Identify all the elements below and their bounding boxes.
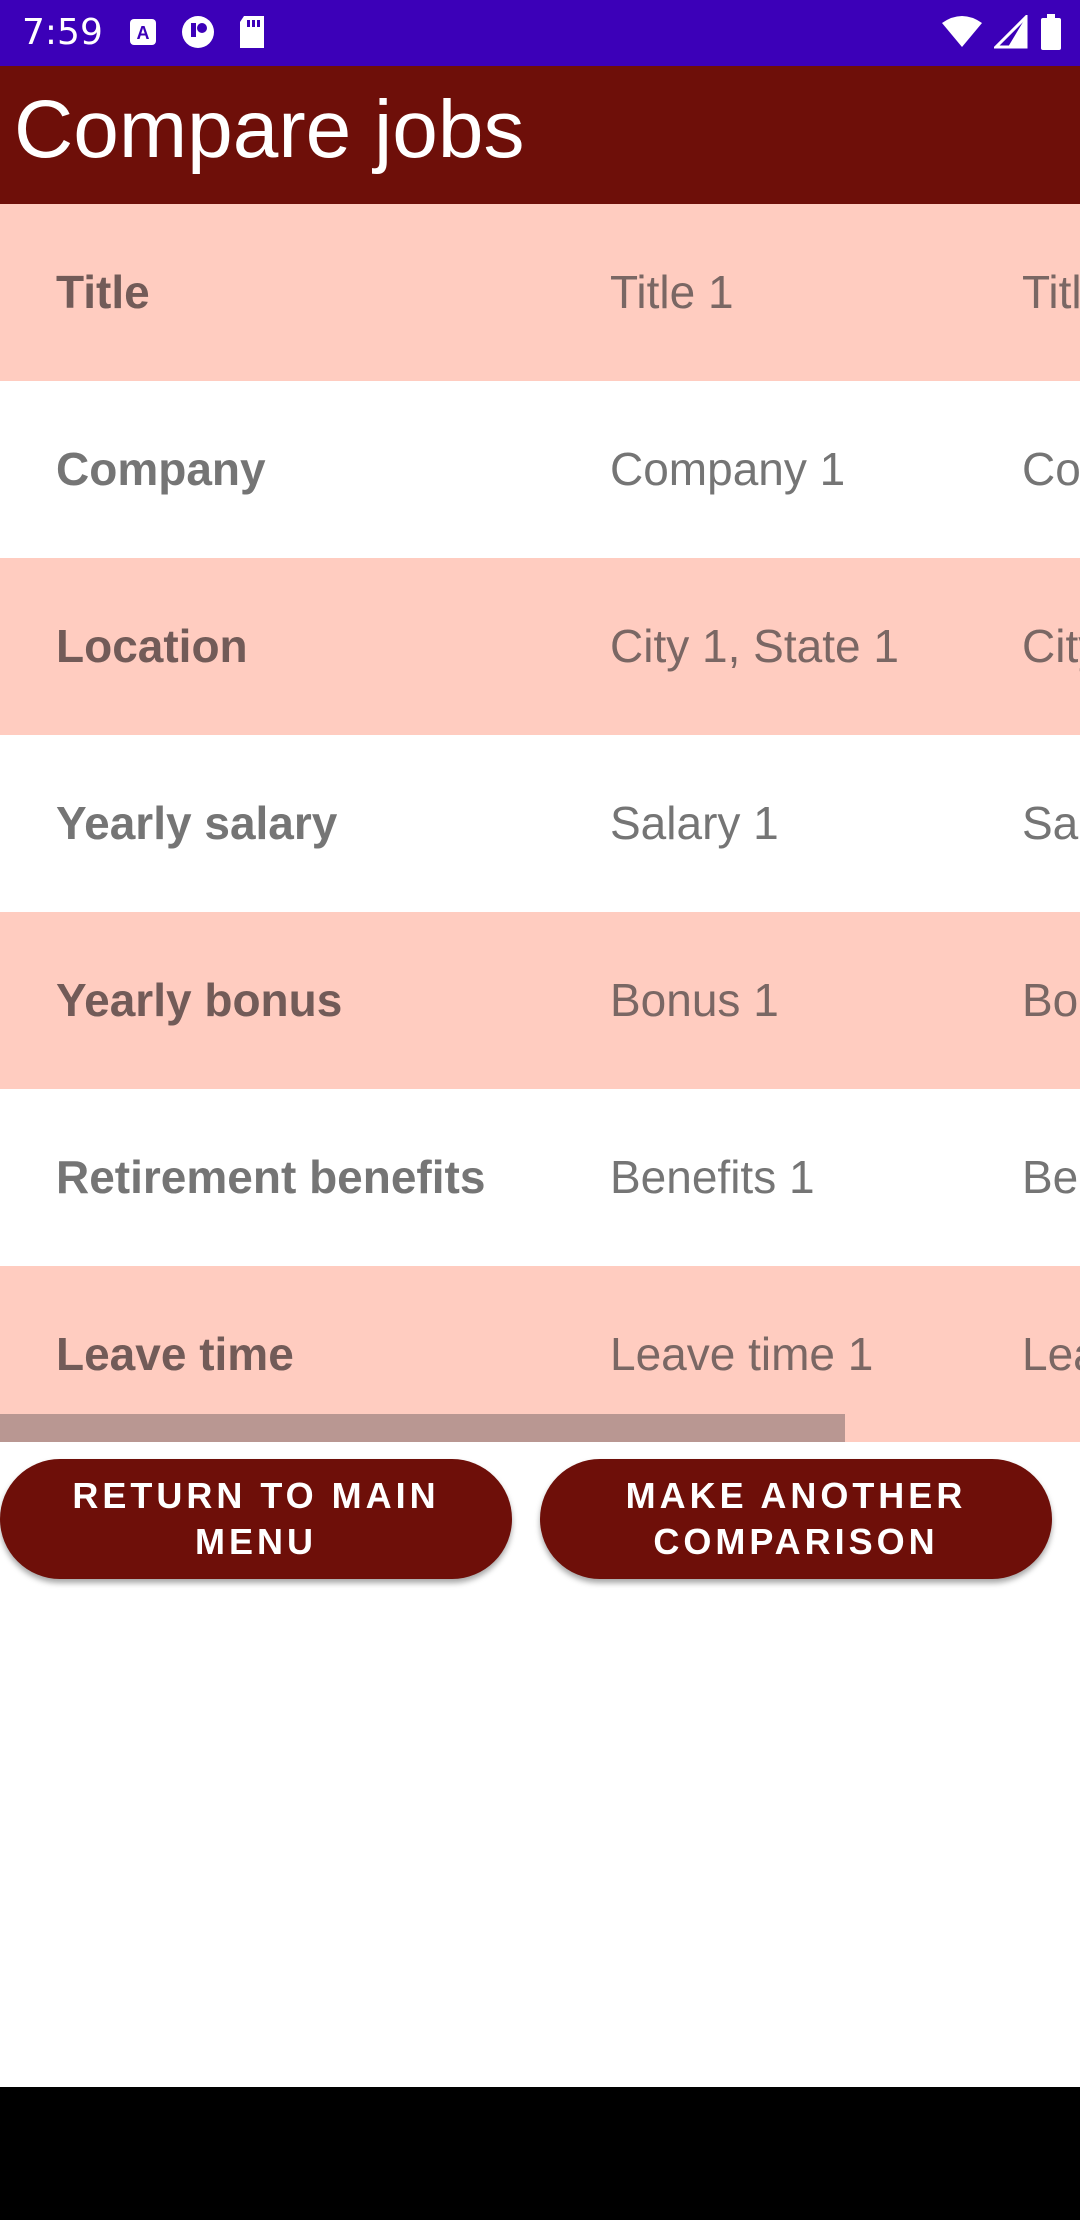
battery-icon [1041,14,1061,50]
a-notification-icon: A [130,19,156,45]
return-to-main-menu-button[interactable]: RETURN TO MAIN MENU [0,1459,512,1579]
job-1-value: Company 1 [610,443,846,495]
status-time: 7:59 [22,12,103,53]
job-2-value: Company 2 [1022,443,1080,495]
row-label: Title [56,266,150,318]
sd-card-icon [240,16,264,48]
row-label: Company [56,443,266,495]
job-1-value: Title 1 [610,266,734,318]
comparison-table[interactable]: Title Title 1 Title 2 Company Company 1 … [0,204,1080,1442]
job-1-value: Benefits 1 [610,1151,815,1203]
row-label: Retirement benefits [56,1151,486,1203]
app-notification-icon [182,16,214,48]
wifi-icon [942,16,982,47]
job-1-value: Salary 1 [610,797,779,849]
horizontal-scrollbar-thumb[interactable] [0,1414,845,1442]
status-icons-right [942,14,1062,50]
job-2-value: Benefits 2 [1022,1151,1080,1203]
app-bar: Compare jobs [0,66,1080,204]
job-1-value: City 1, State 1 [610,620,899,672]
job-1-value: Bonus 1 [610,974,779,1026]
status-bar: 7:59 A [0,0,1080,66]
row-label: Location [56,620,248,672]
job-2-value: City 2, State 2 [1022,620,1080,672]
svg-text:A: A [137,23,150,43]
job-2-value: Title 2 [1022,266,1080,318]
row-label: Yearly salary [56,797,338,849]
table-row: Yearly salary Salary 1 Salary 2 [0,735,1080,912]
signal-icon [994,15,1028,49]
status-icons-left: A [128,14,266,50]
table-row: Yearly bonus Bonus 1 Bonus 2 [0,912,1080,1089]
table-row: Retirement benefits Benefits 1 Benefits … [0,1089,1080,1266]
table-row: Company Company 1 Company 2 [0,381,1080,558]
page-title: Compare jobs [14,84,525,175]
make-another-comparison-button[interactable]: MAKE ANOTHER COMPARISON [540,1459,1052,1579]
row-label: Yearly bonus [56,974,343,1026]
job-2-value: Salary 2 [1022,797,1080,849]
job-2-value: Bonus 2 [1022,974,1080,1026]
table-row: Location City 1, State 1 City 2, State 2 [0,558,1080,735]
navigation-bar [0,2087,1080,2220]
table-row: Title Title 1 Title 2 [0,204,1080,381]
